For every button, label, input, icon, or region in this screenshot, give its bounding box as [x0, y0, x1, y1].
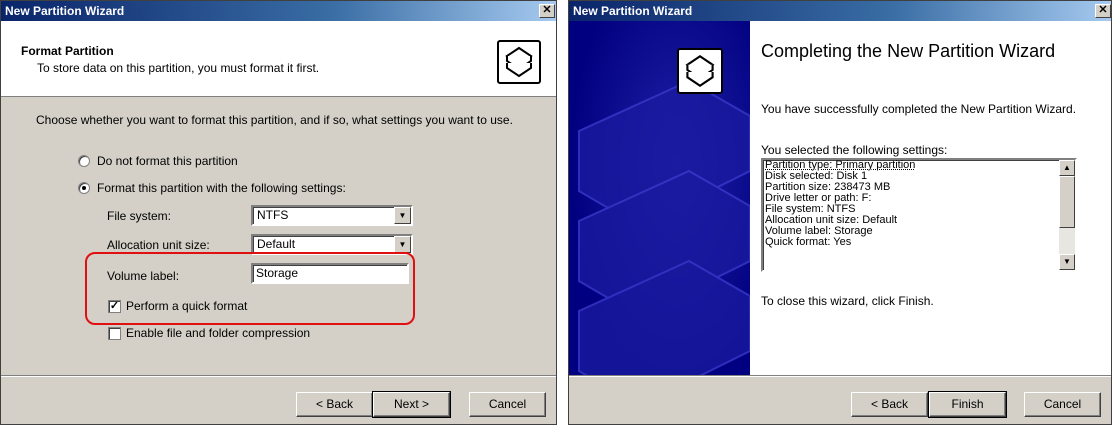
wizard-header: Format Partition To store data on this p…: [1, 21, 556, 97]
completing-wizard-window: New Partition Wizard ✕ Completing the Ne…: [568, 0, 1112, 425]
next-button[interactable]: Next >: [372, 391, 451, 418]
window-title: New Partition Wizard: [5, 4, 125, 18]
instruction-text: Choose whether you want to format this p…: [36, 113, 513, 127]
allocation-unit-label: Allocation unit size:: [107, 238, 210, 252]
completing-heading: Completing the New Partition Wizard: [761, 41, 1056, 61]
back-button[interactable]: < Back: [851, 392, 928, 417]
cancel-button[interactable]: Cancel: [1024, 392, 1101, 417]
finish-button[interactable]: Finish: [928, 391, 1007, 418]
close-button[interactable]: ✕: [1095, 4, 1111, 18]
close-icon: ✕: [1098, 4, 1108, 16]
close-button[interactable]: ✕: [539, 4, 555, 18]
compression-checkbox[interactable]: [108, 327, 121, 340]
list-item: Quick format: Yes: [765, 236, 852, 248]
title-bar: New Partition Wizard: [1, 1, 556, 21]
volume-label-label: Volume label:: [107, 269, 180, 283]
success-text: You have successfully completed the New …: [761, 102, 1077, 116]
file-system-label: File system:: [107, 209, 172, 223]
file-system-value: NTFS: [257, 208, 289, 222]
footer-divider: [569, 375, 1111, 377]
no-format-radio[interactable]: [78, 155, 90, 167]
footer-divider: [1, 375, 556, 377]
quick-format-label[interactable]: Perform a quick format: [126, 299, 247, 313]
scroll-thumb[interactable]: [1059, 176, 1075, 228]
settings-label: You selected the following settings:: [761, 143, 948, 157]
cancel-button[interactable]: Cancel: [469, 392, 546, 417]
back-button[interactable]: < Back: [296, 392, 373, 417]
chevron-down-icon[interactable]: ▼: [394, 207, 411, 224]
volume-label-input[interactable]: Storage: [251, 263, 409, 284]
format-radio[interactable]: [78, 182, 90, 194]
disk-stack-icon: [677, 48, 723, 94]
title-bar: New Partition Wizard: [569, 1, 1111, 21]
scroll-down-icon[interactable]: ▼: [1059, 254, 1075, 270]
window-title: New Partition Wizard: [573, 4, 693, 18]
compression-label[interactable]: Enable file and folder compression: [126, 326, 310, 340]
chevron-down-icon[interactable]: ▼: [394, 236, 411, 253]
format-partition-window: New Partition Wizard ✕ Format Partition …: [0, 0, 557, 425]
close-instruction: To close this wizard, click Finish.: [761, 294, 934, 308]
quick-format-checkbox[interactable]: ✓: [108, 300, 121, 313]
scroll-up-icon[interactable]: ▲: [1059, 160, 1075, 176]
file-system-select[interactable]: NTFS ▼: [251, 205, 413, 226]
disk-stack-icon: [497, 40, 541, 84]
vertical-scrollbar[interactable]: ▲ ▼: [1059, 160, 1075, 270]
settings-list[interactable]: Partition type: Primary partition Disk s…: [761, 158, 1077, 272]
page-title: Format Partition: [21, 44, 114, 58]
close-icon: ✕: [542, 4, 552, 16]
wizard-side-panel: [569, 21, 750, 376]
allocation-unit-value: Default: [257, 237, 296, 251]
page-subtitle: To store data on this partition, you mus…: [37, 61, 320, 75]
format-label[interactable]: Format this partition with the following…: [97, 181, 346, 195]
no-format-label[interactable]: Do not format this partition: [97, 154, 238, 168]
